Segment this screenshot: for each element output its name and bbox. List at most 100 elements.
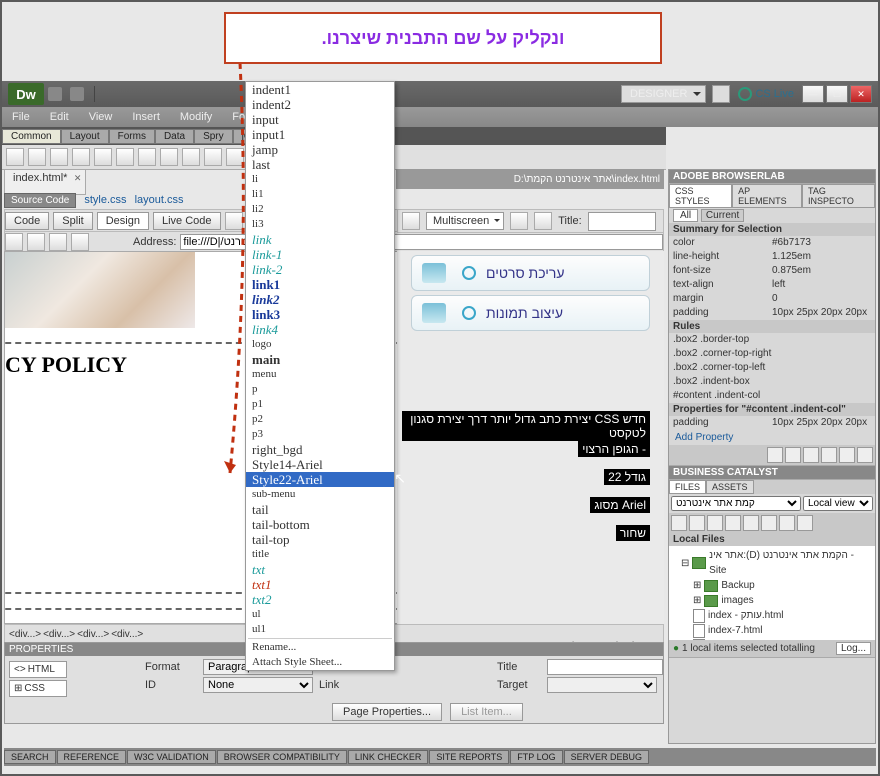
tool-icon[interactable]	[226, 148, 244, 166]
class-option[interactable]: logo	[246, 337, 394, 352]
globe-icon[interactable]	[402, 212, 420, 230]
code-view-button[interactable]: Code	[5, 212, 49, 230]
related-file[interactable]: layout.css	[135, 194, 184, 206]
tool-icon[interactable]	[182, 148, 200, 166]
assets-tab[interactable]: ASSETS	[706, 480, 754, 494]
class-dropdown[interactable]: indent1indent2inputinput1jamplastlili1 li…	[245, 81, 395, 671]
log-button[interactable]: Log...	[836, 642, 871, 655]
class-option[interactable]: link1	[246, 277, 394, 292]
class-option[interactable]: tail-top	[246, 532, 394, 547]
class-option[interactable]: menu	[246, 367, 394, 382]
css-tab[interactable]: ⊞ CSS	[9, 680, 67, 697]
class-option[interactable]: link-1	[246, 247, 394, 262]
class-option[interactable]: txt2	[246, 592, 394, 607]
source-code-button[interactable]: Source Code	[4, 193, 76, 208]
class-option[interactable]: tail-bottom	[246, 517, 394, 532]
class-option[interactable]: li	[246, 172, 394, 187]
tool-icon[interactable]	[6, 148, 24, 166]
files-tree[interactable]: ⊟ אתר אינ:(D) הקמת אתר אינטרנט - Site ⊞ …	[669, 546, 875, 640]
id-select[interactable]: None	[203, 677, 313, 693]
class-option[interactable]: ul	[246, 607, 394, 622]
title-field[interactable]	[547, 659, 663, 675]
class-option[interactable]: right_bgd	[246, 442, 394, 457]
view-select[interactable]: Local view	[803, 496, 873, 511]
extend-icon[interactable]	[70, 87, 84, 101]
file-item[interactable]: index - עותק.html	[673, 608, 871, 623]
tool-icon[interactable]	[204, 148, 222, 166]
class-option[interactable]: p3	[246, 427, 394, 442]
class-option[interactable]: link4	[246, 322, 394, 337]
class-option[interactable]: input1	[246, 127, 394, 142]
menu-item[interactable]: Attach Style Sheet...	[246, 655, 394, 670]
class-option[interactable]: link2	[246, 292, 394, 307]
maximize-button[interactable]: ☐	[826, 85, 848, 103]
class-option[interactable]: tail	[246, 502, 394, 517]
html-tab[interactable]: <> HTML	[9, 661, 67, 678]
split-view-button[interactable]: Split	[53, 212, 92, 230]
menu-view[interactable]: View	[79, 111, 123, 123]
class-option[interactable]: li3	[246, 217, 394, 232]
file-item[interactable]: index-7.html	[673, 623, 871, 638]
files-tab[interactable]: FILES	[669, 480, 706, 494]
class-option[interactable]: p2	[246, 412, 394, 427]
class-option[interactable]: txt1	[246, 577, 394, 592]
related-file[interactable]: style.css	[84, 194, 126, 206]
business-catalyst-panel[interactable]: BUSINESS CATALYST	[669, 466, 875, 479]
class-option[interactable]: indent2	[246, 97, 394, 112]
refresh-icon[interactable]	[49, 233, 67, 251]
nav-panel[interactable]: עיצוב תמונות	[411, 295, 650, 331]
menu-file[interactable]: File	[2, 111, 40, 123]
current-button[interactable]: Current	[701, 209, 744, 222]
multiscreen-combo[interactable]: Multiscreen	[426, 212, 504, 230]
class-option[interactable]: link-2	[246, 262, 394, 277]
live-code-button[interactable]: Live Code	[153, 212, 221, 230]
browserlab-panel[interactable]: ADOBE BROWSERLAB	[669, 170, 875, 183]
file-item[interactable]: ⊞ Backup	[673, 578, 871, 593]
class-option[interactable]: main	[246, 352, 394, 367]
list-item-button[interactable]: List Item...	[450, 703, 523, 721]
design-canvas-right[interactable]: עריכת סרטים עיצוב תמונות יצירת כתב גדול …	[397, 251, 664, 624]
file-item[interactable]: ⊞ images	[673, 593, 871, 608]
class-option[interactable]: Style22-Ariel↖	[246, 472, 394, 487]
site-select[interactable]: קמת אתר אינטרנט	[671, 496, 801, 511]
class-option[interactable]: sub-menu	[246, 487, 394, 502]
tool-icon[interactable]	[160, 148, 178, 166]
layout-icon[interactable]	[48, 87, 62, 101]
class-option[interactable]: ul1	[246, 622, 394, 637]
class-option[interactable]: Style14-Ariel	[246, 457, 394, 472]
tool-icon[interactable]	[50, 148, 68, 166]
tool-icon[interactable]	[116, 148, 134, 166]
cslive-link[interactable]: CS Live	[738, 87, 794, 101]
class-option[interactable]: link	[246, 232, 394, 247]
css-styles-tab[interactable]: CSS STYLES	[669, 184, 732, 208]
class-option[interactable]: jamp	[246, 142, 394, 157]
menu-insert[interactable]: Insert	[122, 111, 170, 123]
class-option[interactable]: link3	[246, 307, 394, 322]
refresh-icon[interactable]	[510, 212, 528, 230]
class-option[interactable]: indent1	[246, 82, 394, 97]
search-icon[interactable]	[712, 85, 730, 103]
close-button[interactable]: ✕	[850, 85, 872, 103]
ap-elements-tab[interactable]: AP ELEMENTS	[732, 184, 802, 208]
options-icon[interactable]	[534, 212, 552, 230]
class-option[interactable]: last	[246, 157, 394, 172]
back-icon[interactable]	[5, 233, 23, 251]
class-option[interactable]: p	[246, 382, 394, 397]
title-input[interactable]	[588, 212, 656, 231]
home-icon[interactable]	[71, 233, 89, 251]
menu-edit[interactable]: Edit	[40, 111, 79, 123]
minimize-button[interactable]: —	[802, 85, 824, 103]
design-view-button[interactable]: Design	[97, 212, 149, 230]
page-properties-button[interactable]: Page Properties...	[332, 703, 442, 721]
class-option[interactable]: li1	[246, 187, 394, 202]
tree-root[interactable]: ⊟ אתר אינ:(D) הקמת אתר אינטרנט - Site	[673, 548, 871, 578]
class-option[interactable]: p1	[246, 397, 394, 412]
tool-icon[interactable]	[72, 148, 90, 166]
class-option[interactable]: input	[246, 112, 394, 127]
workspace-combo[interactable]: DESIGNER	[621, 85, 706, 103]
menu-modify[interactable]: Modify	[170, 111, 222, 123]
stop-icon[interactable]	[27, 233, 45, 251]
inspect-icon[interactable]	[225, 212, 243, 230]
tag-inspector-tab[interactable]: TAG INSPECTO	[802, 184, 875, 208]
add-property-link[interactable]: Add Property	[669, 430, 875, 445]
